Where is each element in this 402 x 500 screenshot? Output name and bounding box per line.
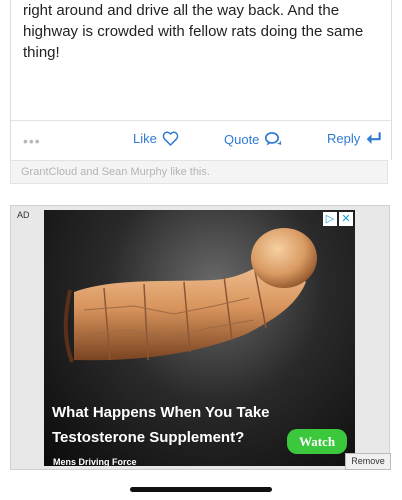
- home-indicator[interactable]: [130, 487, 272, 492]
- post-body: right around and drive all the way back.…: [23, 0, 385, 63]
- reply-button[interactable]: Reply: [327, 131, 382, 146]
- like-button[interactable]: Like: [133, 131, 179, 146]
- adchoices[interactable]: ▷ ✕: [323, 212, 353, 226]
- more-options-button[interactable]: •••: [23, 133, 41, 149]
- post-card: right around and drive all the way back.…: [10, 0, 392, 160]
- remove-ad-button[interactable]: Remove: [345, 453, 391, 470]
- reply-arrow-icon: [366, 132, 381, 144]
- ad-creative[interactable]: ▷ ✕ What Happens When You Take Testoster…: [44, 210, 355, 466]
- quote-button[interactable]: Quote: [224, 131, 283, 148]
- ad-label: AD: [17, 210, 30, 220]
- watch-button[interactable]: Watch: [287, 429, 347, 454]
- adchoices-close-icon[interactable]: ✕: [339, 212, 353, 226]
- ad-headline-line: What Happens When You Take: [52, 404, 270, 421]
- adchoices-play-icon[interactable]: ▷: [323, 212, 337, 226]
- post-action-bar: ••• Like Quote Reply: [11, 120, 391, 161]
- ad-advertiser: Mens Driving Force: [53, 457, 137, 466]
- advertisement: AD ▷ ✕ What Happens When You Take Testos…: [10, 205, 391, 470]
- post-text-line: thing!: [23, 44, 60, 61]
- speech-bubbles-icon: [265, 132, 282, 146]
- heart-outline-icon: [162, 131, 179, 146]
- post-text-line: highway is crowded with fellow rats doin…: [23, 23, 364, 40]
- likes-summary[interactable]: GrantCloud and Sean Murphy like this.: [10, 160, 388, 184]
- reply-label: Reply: [327, 131, 361, 146]
- post-text-line: right around and drive all the way back.…: [23, 2, 340, 19]
- like-label: Like: [133, 131, 157, 146]
- ad-headline-line: Testosterone Supplement?: [52, 429, 245, 446]
- quote-label: Quote: [224, 132, 260, 147]
